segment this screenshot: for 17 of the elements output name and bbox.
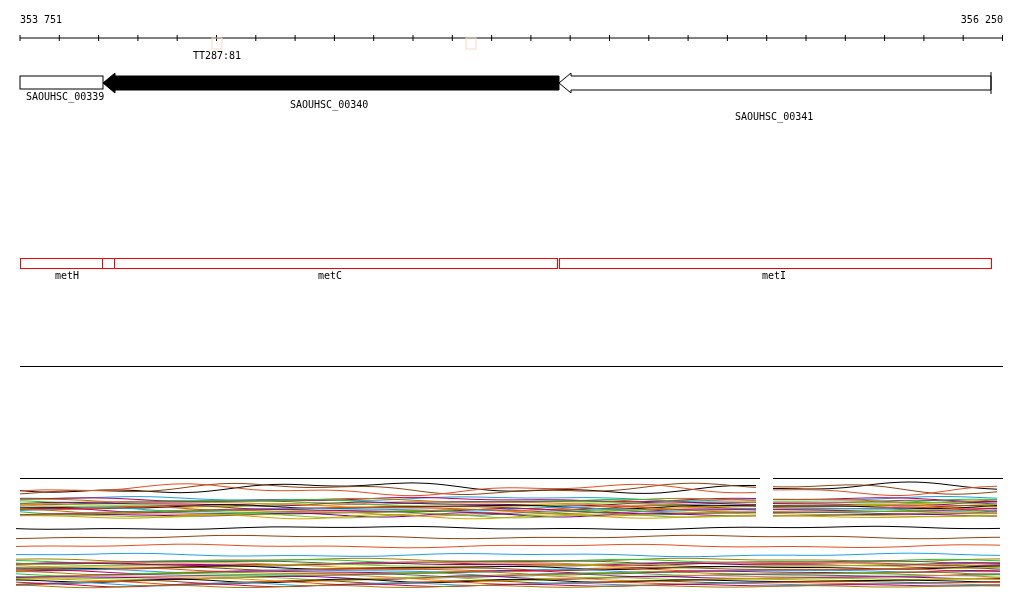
range-end-label: 356 250	[960, 14, 1003, 25]
operon-label: metH	[55, 270, 80, 281]
gene-box[interactable]	[19, 75, 104, 90]
gene-label: SAOUHSC_00341	[735, 111, 814, 122]
operon-label: metI	[762, 270, 787, 281]
operon-segment[interactable]	[20, 258, 103, 269]
operon-segment[interactable]	[102, 258, 115, 269]
gene-label: SAOUHSC_00340	[290, 99, 369, 110]
range-start-label: 353 751	[20, 14, 63, 25]
operon-segment[interactable]	[114, 258, 558, 269]
operon-label: metC	[318, 270, 343, 281]
feature-marker[interactable]	[211, 37, 223, 50]
gene-label: SAOUHSC_00339	[26, 91, 105, 102]
gene-arrow[interactable]	[102, 72, 560, 94]
marker-label: TT287:81	[192, 50, 242, 61]
operon-segment[interactable]	[559, 258, 992, 269]
feature-marker[interactable]	[465, 37, 477, 50]
